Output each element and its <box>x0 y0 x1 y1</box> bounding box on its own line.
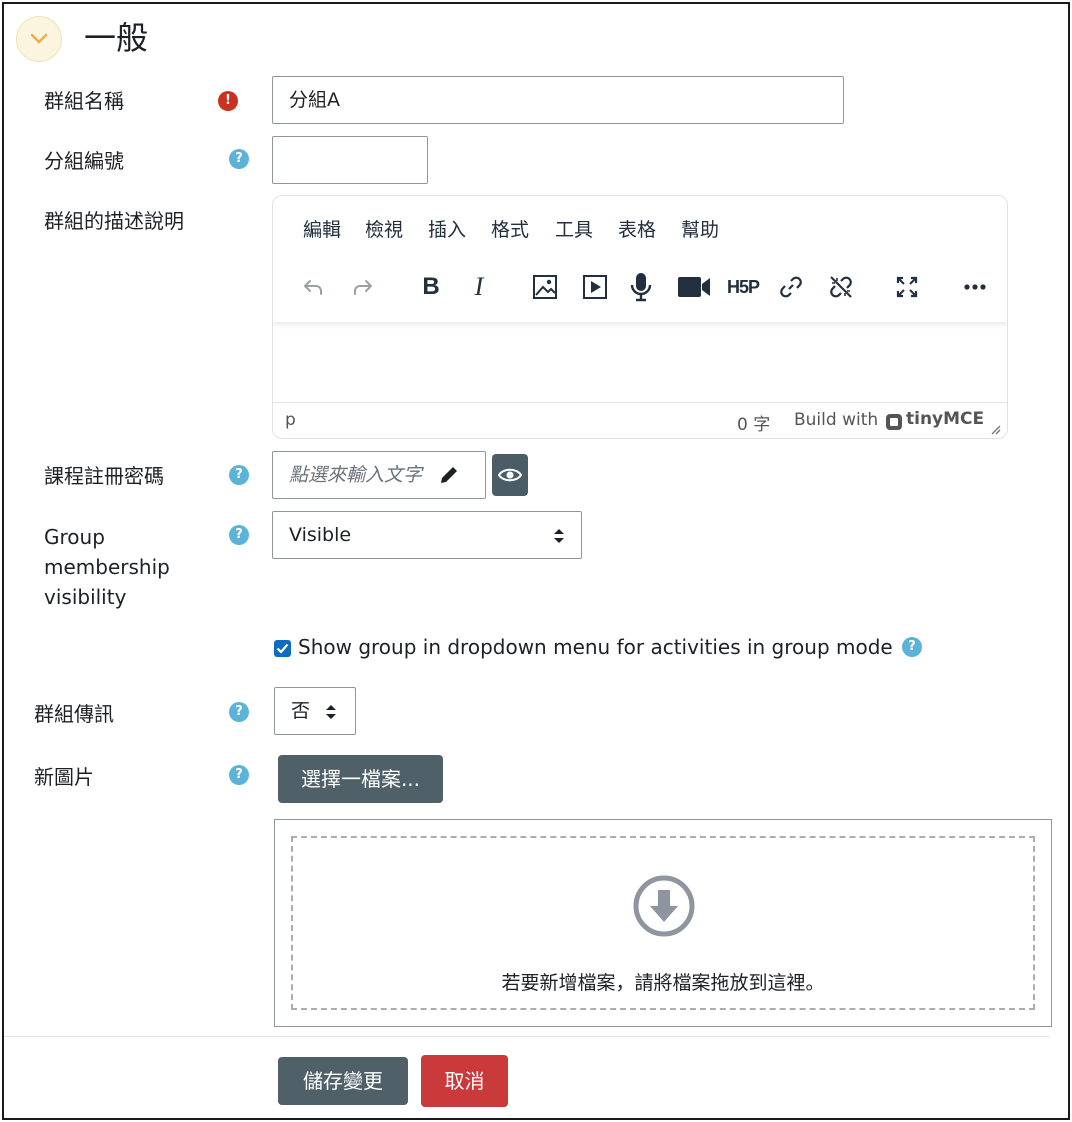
group-name-input[interactable]: 分組A <box>272 76 844 124</box>
help-icon[interactable]: ? <box>902 637 922 657</box>
enrolment-key-placeholder: 點選來輸入文字 <box>289 464 423 486</box>
video-camera-icon[interactable] <box>675 271 713 303</box>
menu-edit[interactable]: 編輯 <box>303 217 341 243</box>
editor-toolbar-area: 編輯 檢視 插入 格式 工具 表格 幫助 B I H5P <box>273 196 1007 322</box>
eye-icon <box>498 468 522 482</box>
menu-tools[interactable]: 工具 <box>555 217 593 243</box>
enrolment-key-input[interactable]: 點選來輸入文字 <box>272 451 486 499</box>
media-icon[interactable] <box>579 271 611 303</box>
reveal-password-button[interactable] <box>492 454 528 496</box>
menu-view[interactable]: 檢視 <box>365 217 403 243</box>
branding-prefix: Build with <box>794 410 879 430</box>
group-id-input[interactable] <box>272 136 428 184</box>
show-in-dropdown-label[interactable]: Show group in dropdown menu for activiti… <box>298 632 893 662</box>
select-arrows-icon <box>326 705 336 719</box>
resize-handle-icon[interactable] <box>989 423 1001 435</box>
group-messaging-select[interactable]: 否 <box>274 687 356 735</box>
menu-format[interactable]: 格式 <box>491 217 529 243</box>
membership-visibility-label: Group membership visibility <box>44 525 170 609</box>
checkmark-icon <box>276 643 289 654</box>
group-messaging-label: 群組傳訊 <box>34 702 114 726</box>
membership-visibility-value: Visible <box>289 524 352 546</box>
menu-help[interactable]: 幫助 <box>681 217 719 243</box>
image-icon[interactable] <box>529 271 561 303</box>
more-icon[interactable] <box>959 271 991 303</box>
redo-icon[interactable] <box>347 271 379 303</box>
undo-icon[interactable] <box>297 271 329 303</box>
section-collapse-button[interactable] <box>16 16 62 62</box>
bold-icon[interactable]: B <box>415 271 447 303</box>
drop-instructions: 若要新增檔案，請將檔案拖放到這裡。 <box>501 972 825 994</box>
new-picture-label: 新圖片 <box>34 765 94 789</box>
menu-table[interactable]: 表格 <box>618 217 656 243</box>
link-icon[interactable] <box>775 271 807 303</box>
unlink-icon[interactable] <box>825 271 857 303</box>
fullscreen-icon[interactable] <box>891 271 923 303</box>
show-in-dropdown-checkbox[interactable] <box>274 640 291 657</box>
section-title: 一般 <box>84 19 149 57</box>
description-label: 群組的描述說明 <box>44 209 184 233</box>
element-path[interactable]: p <box>285 410 296 430</box>
file-drop-area: 若要新增檔案，請將檔案拖放到這裡。 <box>291 836 1035 1010</box>
download-arrow-icon <box>633 875 695 937</box>
microphone-icon[interactable] <box>625 271 657 303</box>
select-arrows-icon <box>554 529 564 543</box>
choose-file-button[interactable]: 選擇一檔案... <box>278 755 443 803</box>
cancel-button[interactable]: 取消 <box>421 1055 508 1107</box>
help-icon[interactable]: ? <box>229 702 249 722</box>
h5p-icon[interactable]: H5P <box>725 271 761 303</box>
membership-visibility-select[interactable]: Visible <box>272 511 582 559</box>
group-name-label: 群組名稱 <box>44 89 124 113</box>
file-drop-zone[interactable]: 若要新增檔案，請將檔案拖放到這裡。 <box>274 819 1052 1027</box>
branding-name[interactable]: tinyMCE <box>906 409 984 429</box>
help-icon[interactable]: ? <box>229 525 249 545</box>
editor-statusbar: p 0 字 Build with tinyMCE <box>273 402 1007 438</box>
help-icon[interactable]: ? <box>229 465 249 485</box>
divider <box>4 1036 1050 1037</box>
tinymce-logo-icon <box>886 414 902 430</box>
enrolment-key-label: 課程註冊密碼 <box>44 464 164 488</box>
menu-insert[interactable]: 插入 <box>428 217 466 243</box>
italic-icon[interactable]: I <box>463 271 495 303</box>
form-frame: 一般 群組名稱 ! 分組A 分組編號 ? 群組的描述說明 編輯 檢視 插入 格式… <box>2 2 1070 1120</box>
chevron-down-icon <box>30 33 48 44</box>
group-messaging-value: 否 <box>291 700 311 722</box>
help-icon[interactable]: ? <box>229 149 249 169</box>
pencil-icon <box>441 467 457 483</box>
group-id-label: 分組編號 <box>44 149 124 173</box>
description-editor: 編輯 檢視 插入 格式 工具 表格 幫助 B I H5P p 0 字 Build… <box>272 195 1008 439</box>
word-count[interactable]: 0 字 <box>737 410 770 435</box>
help-icon[interactable]: ? <box>229 765 249 785</box>
save-button[interactable]: 儲存變更 <box>278 1057 408 1105</box>
editor-content-area[interactable] <box>273 322 1007 404</box>
required-icon: ! <box>218 91 238 111</box>
